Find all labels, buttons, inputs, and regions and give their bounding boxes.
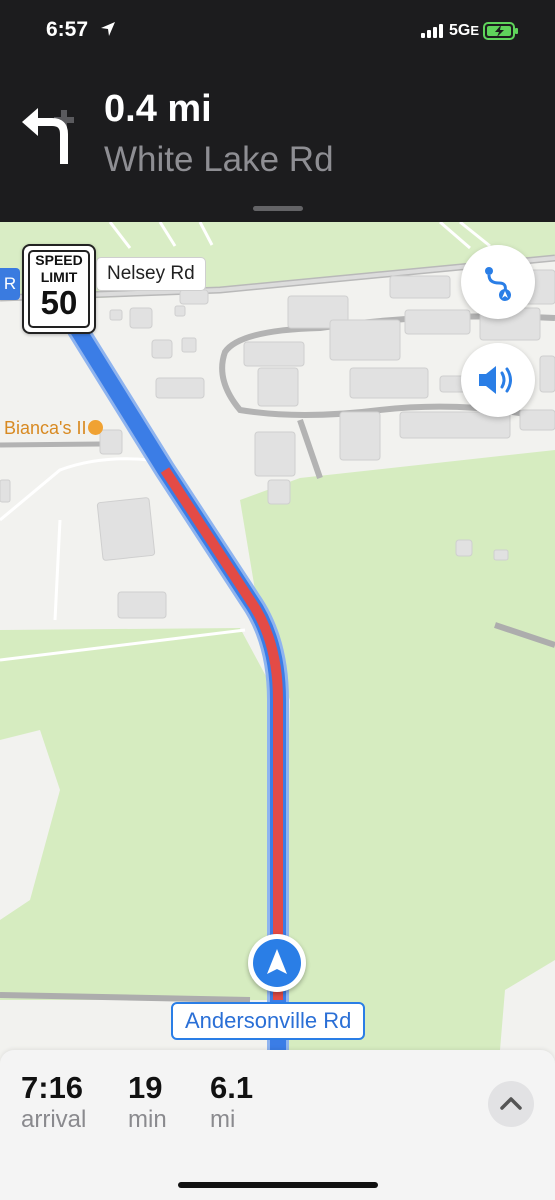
poi-name: Bianca's II xyxy=(4,418,87,438)
speed-limit-sign: SPEED LIMIT 50 xyxy=(22,244,96,334)
cross-road-label: Nelsey Rd xyxy=(96,257,206,291)
expand-tray-button[interactable] xyxy=(488,1081,534,1127)
route-overview-icon xyxy=(485,267,511,301)
distance-label: mi xyxy=(210,1106,236,1133)
current-location-puck xyxy=(248,934,306,992)
status-time: 6:57 xyxy=(46,18,89,41)
arrival-label: arrival xyxy=(21,1106,87,1133)
network-type: 5GE xyxy=(449,22,480,39)
offscreen-road-tag: R xyxy=(0,268,20,300)
maneuver-street: White Lake Rd xyxy=(104,140,334,179)
chevron-up-icon xyxy=(500,1097,522,1110)
trip-summary-tray[interactable]: 7:16 arrival 19 min 6.1 mi xyxy=(0,1050,555,1200)
heading-arrow-icon xyxy=(267,949,287,974)
distance-value: 6.1 xyxy=(210,1070,254,1105)
arrival-stat: 7:16 arrival xyxy=(21,1070,86,1134)
battery-charging-icon xyxy=(483,22,519,45)
status-bar: 6:57 5GE xyxy=(0,0,555,62)
restaurant-icon xyxy=(88,419,104,435)
arrival-time: 7:16 xyxy=(21,1070,84,1105)
minutes-value: 19 xyxy=(128,1070,163,1105)
cellular-signal-icon xyxy=(421,24,443,43)
speaker-icon xyxy=(479,366,512,394)
distance-stat: 6.1 mi xyxy=(210,1070,253,1134)
minutes-stat: 19 min xyxy=(128,1070,167,1134)
navigation-banner[interactable]: 6:57 5GE 0.4 mi White Lake Rd xyxy=(0,0,555,222)
turn-left-icon xyxy=(20,100,84,171)
speed-limit-border xyxy=(28,250,90,328)
minutes-label: min xyxy=(128,1106,167,1133)
poi-bianca[interactable]: Bianca's II xyxy=(4,418,104,439)
current-road-label: Andersonville Rd xyxy=(171,1002,366,1040)
audio-button[interactable] xyxy=(461,343,535,417)
map-view[interactable]: R Nelsey Rd SPEED LIMIT 50 Bianca's II A… xyxy=(0,222,555,1052)
home-indicator[interactable] xyxy=(178,1182,378,1188)
maneuver-distance: 0.4 mi xyxy=(104,88,212,130)
route-overview-button[interactable] xyxy=(461,245,535,319)
banner-grabber[interactable] xyxy=(253,206,303,211)
location-arrow-icon xyxy=(100,21,116,42)
